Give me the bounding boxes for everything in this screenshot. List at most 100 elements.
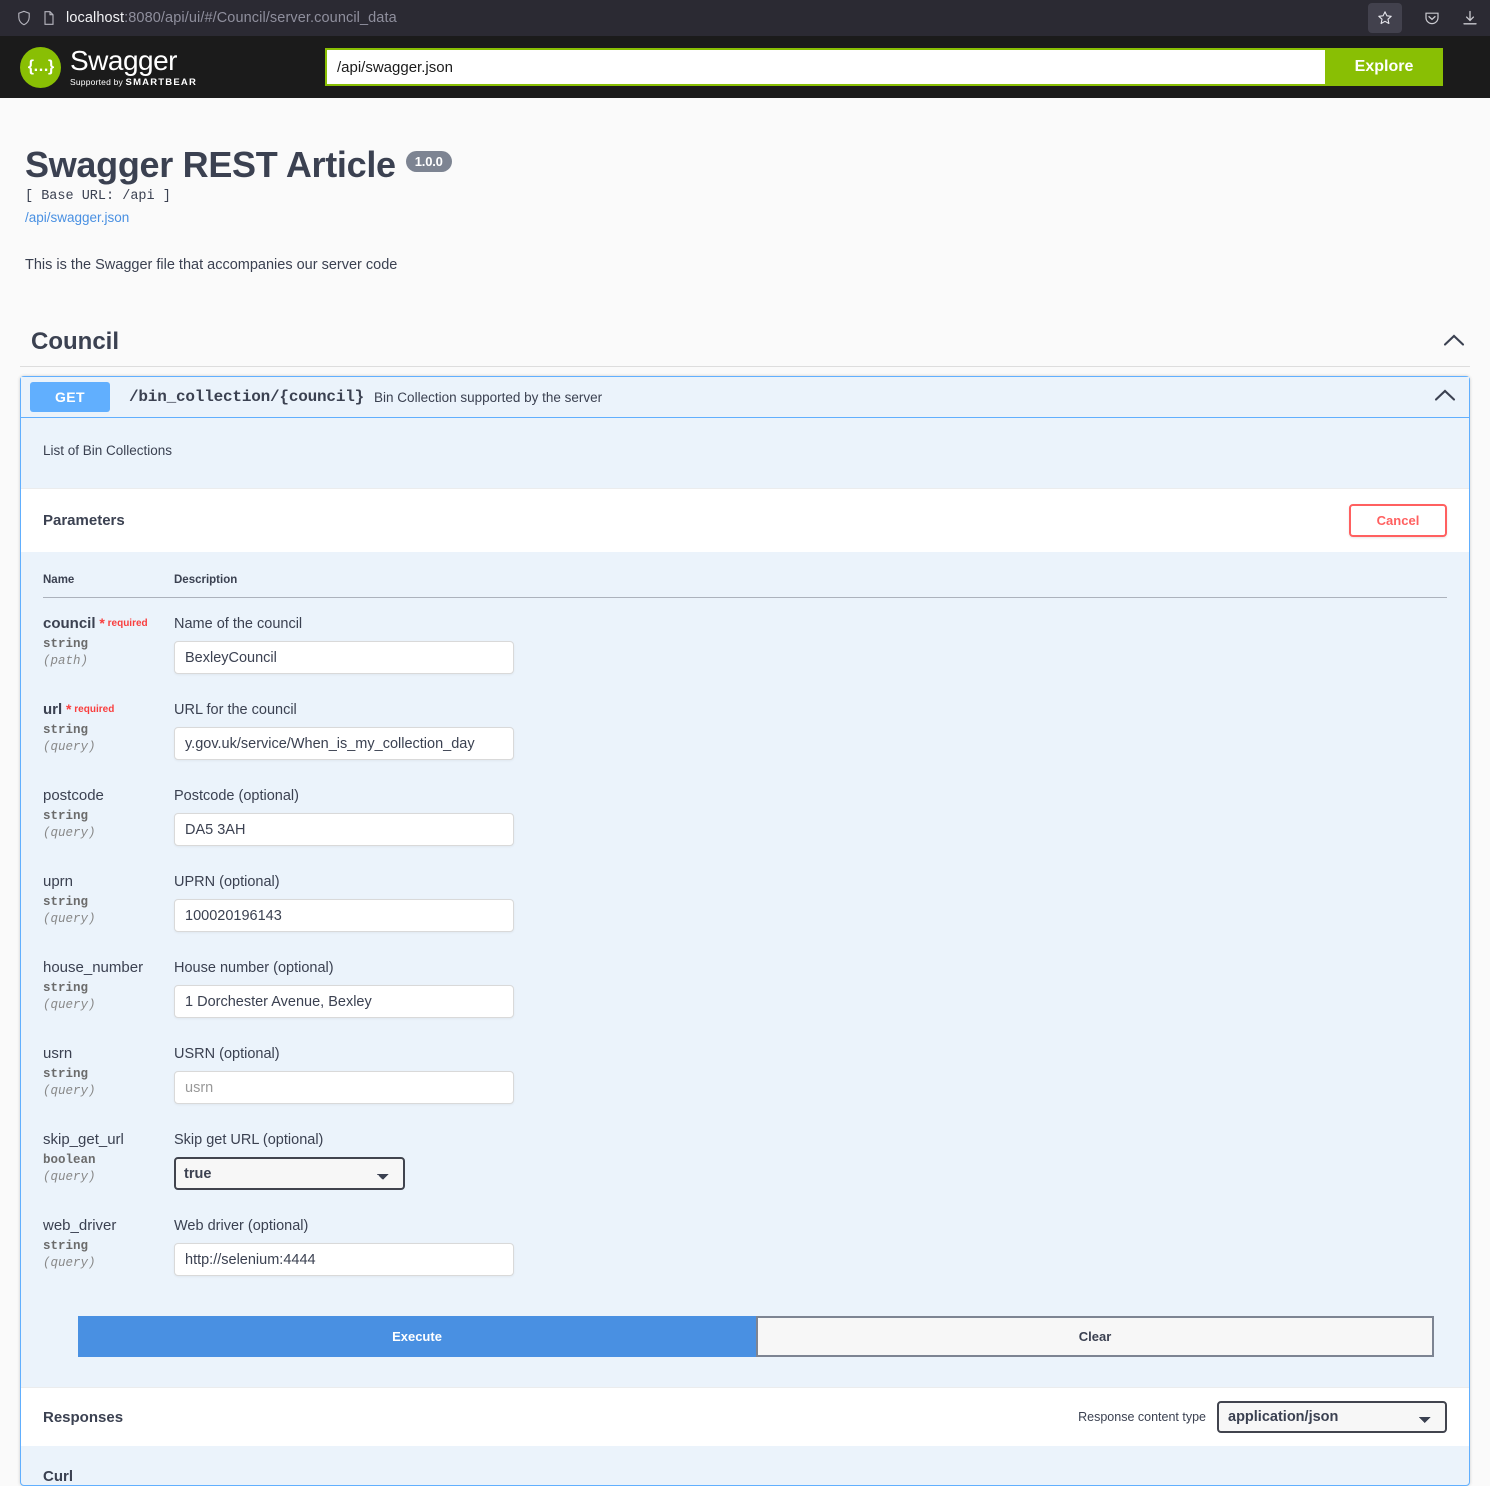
parameter-type: string <box>43 980 89 995</box>
parameter-location: (query) <box>43 1255 96 1270</box>
pocket-icon[interactable] <box>1424 10 1440 26</box>
address-bar[interactable]: localhost:8080/api/ui/#/Council/server.c… <box>8 4 1360 32</box>
response-content-type-group: Response content type application/json <box>1078 1401 1447 1433</box>
chevron-up-icon[interactable] <box>1434 388 1456 407</box>
parameter-name-cell: skip_get_urlboolean (query) <box>43 1114 174 1200</box>
required-star-icon: * <box>62 701 72 717</box>
url-path: :8080/api/ui/#/Council/server.council_da… <box>124 10 397 26</box>
parameter-location: (query) <box>43 825 96 840</box>
explore-form: Explore <box>325 48 1490 86</box>
parameter-input-web_driver[interactable] <box>174 1243 514 1276</box>
parameter-row: url * required string (query) URL for the c… <box>43 684 1447 770</box>
parameter-row: skip_get_urlboolean (query) Skip get URL (… <box>43 1114 1447 1200</box>
execute-button[interactable]: Execute <box>78 1316 756 1357</box>
curl-section-label: Curl <box>43 1468 73 1485</box>
parameter-input-url[interactable] <box>174 727 514 760</box>
cancel-button[interactable]: Cancel <box>1349 504 1447 537</box>
supported-by-text: Supported by <box>70 76 123 87</box>
parameter-description: House number (optional) <box>174 960 334 976</box>
parameter-type: string <box>43 636 89 651</box>
parameter-name-cell: web_driver string (query) <box>43 1200 174 1286</box>
parameters-table-body: council * required string (path) Name of th… <box>43 598 1447 1287</box>
operation-description: List of Bin Collections <box>43 443 173 458</box>
parameter-location: (path) <box>43 653 89 668</box>
browser-toolbar: localhost:8080/api/ui/#/Council/server.c… <box>0 0 1490 36</box>
required-star-icon: * <box>95 615 105 631</box>
api-title-row: Swagger REST Article 1.0.0 <box>25 144 1470 186</box>
parameter-row: uprn string (query) UPRN (optional) <box>43 856 1447 942</box>
parameter-name: usrn <box>43 1045 73 1062</box>
parameter-name-cell: usrn string (query) <box>43 1028 174 1114</box>
spec-json-link[interactable]: /api/swagger.json <box>25 210 129 225</box>
smartbear-brand: SMARTBEAR <box>125 76 198 88</box>
parameter-row: postcode string (query) Postcode (optional) <box>43 770 1447 856</box>
column-header-description: Description <box>174 574 1447 598</box>
required-label: required <box>71 704 115 715</box>
parameter-description-cell: House number (optional) <box>174 942 1447 1028</box>
swagger-ui-page: Swagger REST Article 1.0.0 [ Base URL: /… <box>0 98 1490 1486</box>
parameter-description: UPRN (optional) <box>174 874 280 890</box>
parameter-type: boolean <box>43 1152 96 1167</box>
tag-name-label: Council <box>31 328 119 355</box>
parameter-type: string <box>43 894 89 909</box>
parameter-description: Web driver (optional) <box>174 1218 309 1234</box>
required-label: required <box>104 618 148 629</box>
explore-button[interactable]: Explore <box>1325 48 1443 86</box>
http-method-badge: GET <box>30 382 110 412</box>
parameter-input-postcode[interactable] <box>174 813 514 846</box>
base-url-text: [ Base URL: /api ] <box>25 189 171 204</box>
parameter-name: house_number <box>43 959 144 976</box>
parameter-description: Postcode (optional) <box>174 788 299 804</box>
parameter-location: (query) <box>43 1169 96 1184</box>
parameter-name: web_driver <box>43 1217 117 1234</box>
parameter-type: string <box>43 808 89 823</box>
parameter-input-uprn[interactable] <box>174 899 514 932</box>
parameter-description-cell: Postcode (optional) <box>174 770 1447 856</box>
parameter-input-house_number[interactable] <box>174 985 514 1018</box>
swagger-brace-icon: {…} <box>20 46 61 88</box>
parameter-description-cell: UPRN (optional) <box>174 856 1447 942</box>
parameter-description: Skip get URL (optional) <box>174 1132 324 1148</box>
shield-icon <box>16 10 32 26</box>
parameter-description-cell: URL for the council <box>174 684 1447 770</box>
parameter-description-cell: Name of the council <box>174 598 1447 685</box>
parameter-description-cell: USRN (optional) <box>174 1028 1447 1114</box>
parameter-select-skip_get_url[interactable]: --truefalse <box>174 1157 405 1190</box>
parameters-title: Parameters <box>43 512 125 529</box>
parameter-name: skip_get_url <box>43 1131 124 1148</box>
operation-summary-bar[interactable]: GET /bin_collection/{council} Bin Collec… <box>21 377 1469 418</box>
parameters-table-head-row: Name Description <box>43 574 1447 598</box>
parameter-name-cell: house_number string (query) <box>43 942 174 1028</box>
parameter-row: usrn string (query) USRN (optional) <box>43 1028 1447 1114</box>
tag-header[interactable]: Council <box>20 328 1470 367</box>
parameter-name-cell: postcode string (query) <box>43 770 174 856</box>
swagger-logo[interactable]: {…} Swagger Supported by SMARTBEAR <box>20 46 325 88</box>
download-icon[interactable] <box>1462 10 1478 26</box>
parameter-row: web_driver string (query) Web driver (optio… <box>43 1200 1447 1286</box>
parameter-description-cell: Skip get URL (optional) --truefalse <box>174 1114 1447 1200</box>
responses-title: Responses <box>43 1408 124 1426</box>
parameter-input-usrn[interactable] <box>174 1071 514 1104</box>
parameter-type: string <box>43 1066 89 1081</box>
parameter-description: USRN (optional) <box>174 1046 280 1062</box>
response-content-type-select[interactable]: application/json <box>1217 1401 1447 1433</box>
parameters-table-wrap: Name Description council * required strin… <box>21 552 1469 1286</box>
swagger-logo-sub: Supported by SMARTBEAR <box>70 78 197 88</box>
spec-url-input[interactable] <box>325 48 1325 86</box>
parameter-input-council[interactable] <box>174 641 514 674</box>
parameter-name: url * required <box>43 701 115 718</box>
parameter-row: council * required string (path) Name of th… <box>43 598 1447 685</box>
parameter-name-cell: url * required string (query) <box>43 684 174 770</box>
bookmark-star-icon[interactable] <box>1368 3 1402 33</box>
api-info-block: Swagger REST Article 1.0.0 [ Base URL: /… <box>20 98 1470 273</box>
parameter-name: postcode <box>43 787 104 804</box>
responses-header: Responses Response content type applicat… <box>21 1387 1469 1446</box>
clear-button[interactable]: Clear <box>756 1316 1434 1357</box>
parameter-location: (query) <box>43 1083 96 1098</box>
parameter-name-cell: council * required string (path) <box>43 598 174 685</box>
parameters-header: Parameters Cancel <box>21 488 1469 552</box>
page-icon <box>41 10 57 26</box>
version-badge: 1.0.0 <box>405 151 452 172</box>
chevron-up-icon[interactable] <box>1443 333 1465 352</box>
parameter-location: (query) <box>43 739 96 754</box>
